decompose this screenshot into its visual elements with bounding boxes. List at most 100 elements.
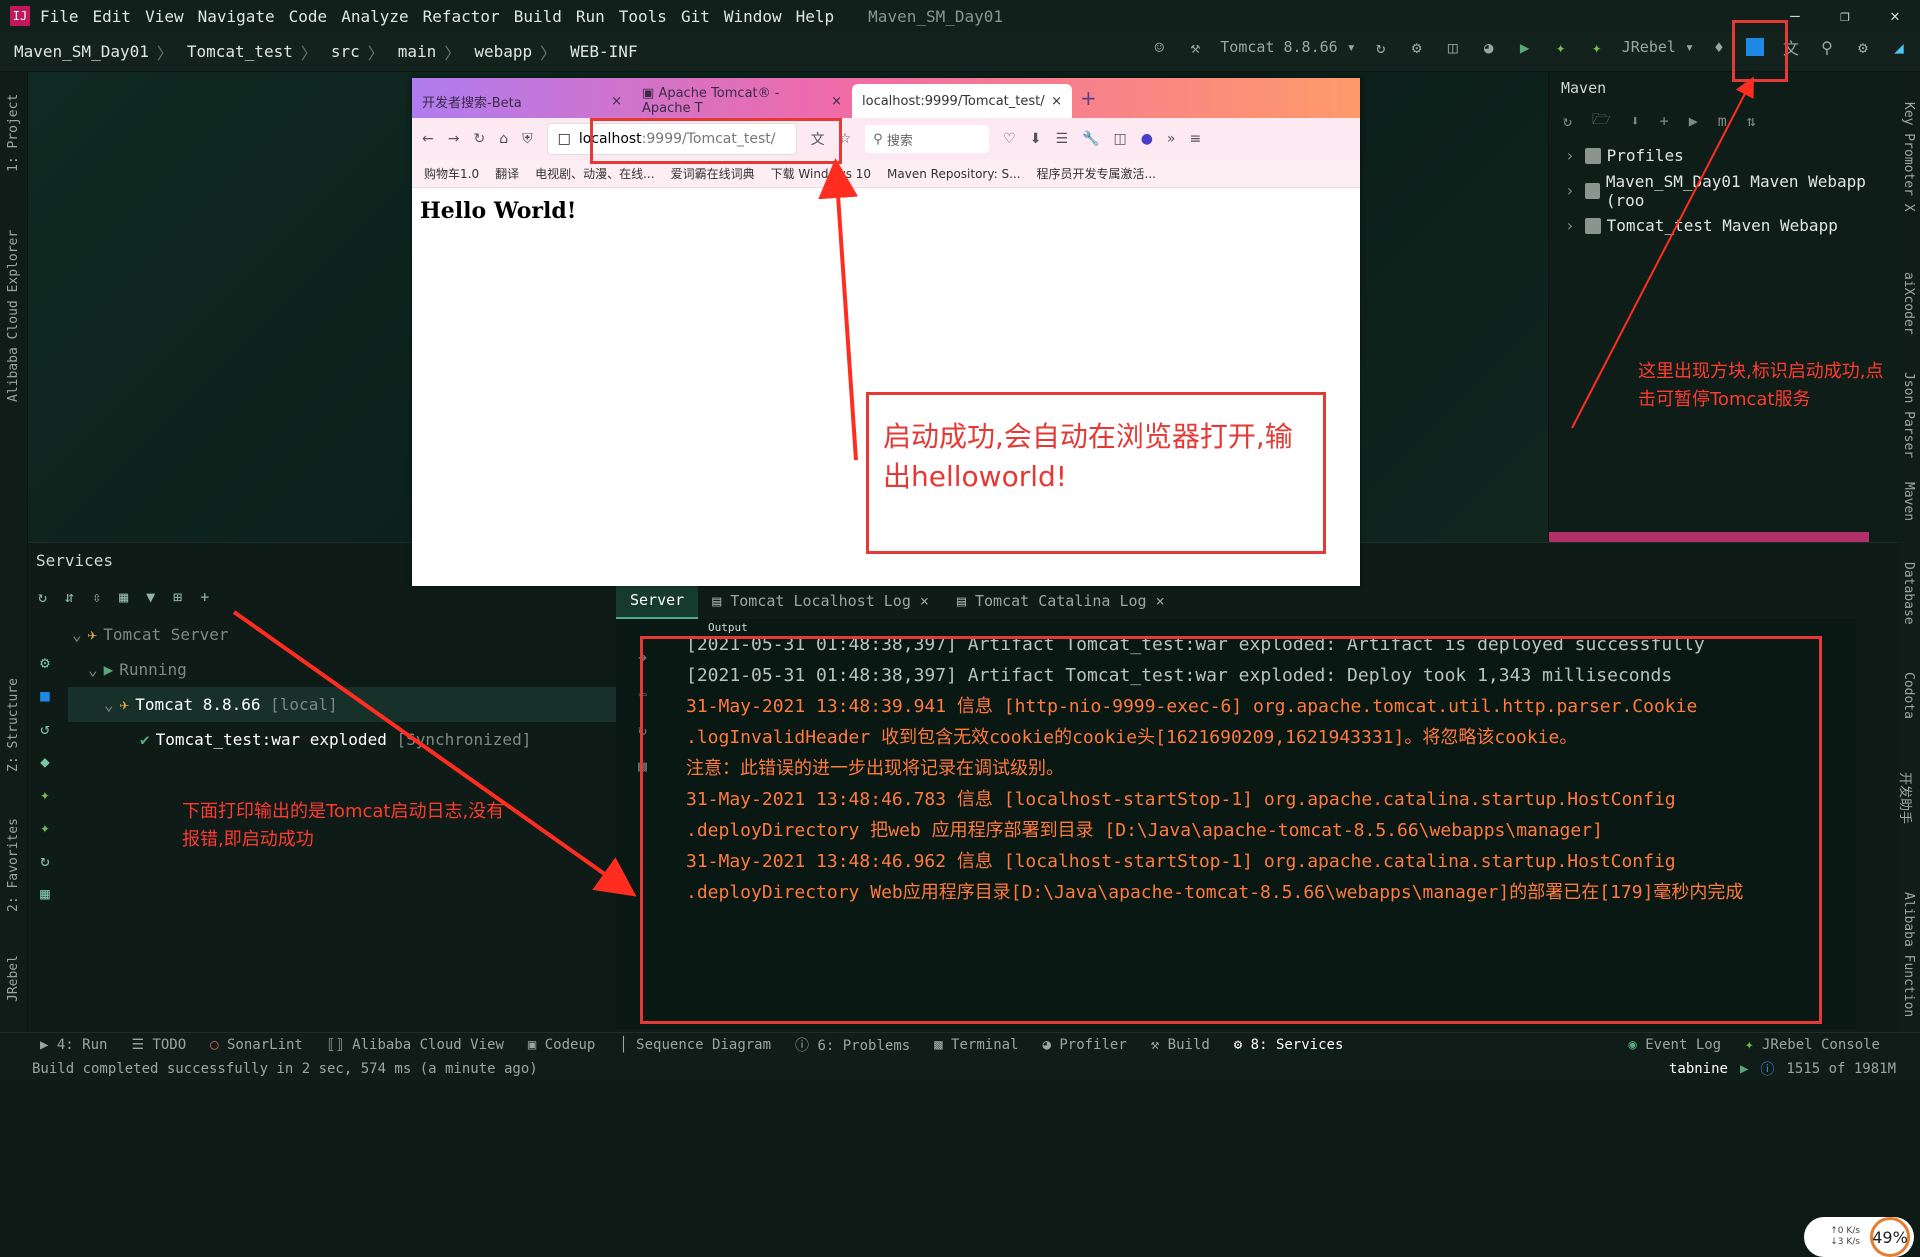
breadcrumb-project[interactable]: Maven_SM_Day01 <box>14 42 149 61</box>
close-icon[interactable]: × <box>920 592 929 610</box>
jrebel-debug-icon[interactable]: ✦ <box>1586 36 1608 58</box>
plugin-icon[interactable]: ◢ <box>1888 36 1910 58</box>
collapse-all-icon[interactable]: ⇳ <box>92 588 101 606</box>
structure-tool-tab[interactable]: Z: Structure <box>6 678 21 772</box>
close-icon[interactable]: × <box>1156 592 1165 610</box>
tool-build[interactable]: ⚒ Build <box>1151 1037 1210 1053</box>
menu-help[interactable]: Help <box>796 7 835 26</box>
browser-tab-search[interactable]: 开发者搜索-Beta × <box>412 84 632 118</box>
new-tab-icon[interactable]: ⊞ <box>173 588 182 606</box>
back-arrow-icon[interactable]: ← <box>422 131 434 147</box>
info-status-icon[interactable]: ⓘ <box>1760 1059 1774 1079</box>
tool-sequence[interactable]: │ Sequence Diagram <box>619 1037 771 1053</box>
tree-node-running[interactable]: ⌄ ▶ Running <box>68 652 648 687</box>
close-window-icon[interactable]: ✕ <box>1870 0 1920 32</box>
project-tool-tab[interactable]: 1: Project <box>6 94 21 172</box>
database-tool-tab[interactable]: Database <box>1901 562 1916 625</box>
layout-icon[interactable]: ▦ <box>40 884 50 903</box>
debug-bug-icon[interactable]: ⚙ <box>1406 36 1428 58</box>
shield-icon[interactable]: ⛨ <box>522 131 533 147</box>
bookmark-item[interactable]: 翻译 <box>495 165 519 182</box>
close-tab-icon[interactable]: × <box>611 94 622 109</box>
menu-navigate[interactable]: Navigate <box>198 7 275 26</box>
json-parser-tool-tab[interactable]: Json Parser <box>1901 372 1916 458</box>
sidebar-icon[interactable]: ◫ <box>1113 131 1126 147</box>
tool-run[interactable]: ▶ 4: Run <box>40 1037 107 1053</box>
tree-node-artifact[interactable]: ✔ Tomcat_test:war exploded [Synchronized] <box>68 722 648 757</box>
browser-tab-apache[interactable]: ▣ Apache Tomcat® - Apache T × <box>632 84 852 118</box>
menu-code[interactable]: Code <box>289 7 328 26</box>
restart-icon[interactable]: ↻ <box>40 851 50 870</box>
plus-icon[interactable]: + <box>1660 112 1669 130</box>
coverage-icon[interactable]: ◫ <box>1442 36 1464 58</box>
aixcoder-tool-tab[interactable]: aiXcoder <box>1901 272 1916 335</box>
menu-tools[interactable]: Tools <box>619 7 667 26</box>
menu-window[interactable]: Window <box>724 7 782 26</box>
memory-indicator[interactable]: 1515 of 1981M <box>1786 1061 1896 1077</box>
codota-tool-tab[interactable]: Codota <box>1901 672 1916 719</box>
tabnine-badge[interactable]: tabnine <box>1669 1061 1728 1077</box>
redeploy-icon[interactable]: ↺ <box>40 719 50 738</box>
rerun-icon[interactable]: ↻ <box>1370 36 1392 58</box>
filter-icon[interactable]: ▼ <box>146 588 155 606</box>
bookmark-item[interactable]: 电视剧、动漫、在线... <box>535 165 654 182</box>
run-icon[interactable]: ▶ <box>1514 36 1536 58</box>
stop-square-icon[interactable]: ■ <box>40 686 50 705</box>
bookmark-item[interactable]: 爱词霸在线词典 <box>671 165 755 182</box>
menu-analyze[interactable]: Analyze <box>341 7 408 26</box>
tool-sonarlint[interactable]: ◯ SonarLint <box>210 1037 303 1053</box>
maven-goal-icon[interactable]: m <box>1718 112 1727 130</box>
cloud-explorer-tool-tab[interactable]: Alibaba Cloud Explorer <box>6 230 21 402</box>
bookmark-item[interactable]: 下载 Windows 10 <box>771 165 871 182</box>
overflow-icon[interactable]: » <box>1167 131 1176 147</box>
bookmark-item[interactable]: 购物车1.0 <box>424 165 479 182</box>
tree-node-tomcat-instance[interactable]: ⌄ ✈ Tomcat 8.8.66 [local] <box>68 687 648 722</box>
breadcrumb-webinf[interactable]: WEB-INF <box>570 42 637 61</box>
maven-row-profiles[interactable]: › Profiles <box>1549 138 1898 173</box>
refresh-icon[interactable]: ↻ <box>38 588 47 606</box>
tool-codeup[interactable]: ▣ Codeup <box>528 1037 595 1053</box>
tool-profiler[interactable]: ◕ Profiler <box>1042 1037 1126 1053</box>
tool-alibaba-cloud[interactable]: ⟦⟧ Alibaba Cloud View <box>327 1037 504 1053</box>
bookmark-item[interactable]: 程序员开发专属激活... <box>1037 165 1156 182</box>
breadcrumb-src[interactable]: src <box>331 42 360 61</box>
menu-build[interactable]: Build <box>514 7 562 26</box>
home-icon[interactable]: ⌂ <box>499 131 508 147</box>
user-icon[interactable]: ☺ <box>1148 36 1170 58</box>
reload-icon[interactable]: ↻ <box>1563 112 1572 130</box>
expand-all-icon[interactable]: ⇵ <box>65 588 74 606</box>
menu-refactor[interactable]: Refactor <box>423 7 500 26</box>
maven-row-project[interactable]: › Maven_SM_Day01 Maven Webapp (roo <box>1549 172 1898 210</box>
tool-jrebel-console[interactable]: ✦ JRebel Console <box>1745 1037 1880 1053</box>
jrebel-tool-tab[interactable]: JRebel <box>6 955 21 1002</box>
account-icon[interactable]: ● <box>1141 131 1153 147</box>
breadcrumb-main[interactable]: main <box>398 42 437 61</box>
profile-icon[interactable]: ◕ <box>1478 36 1500 58</box>
menu-git[interactable]: Git <box>681 7 710 26</box>
tool-event-log[interactable]: ◉ Event Log <box>1628 1037 1721 1053</box>
tree-node-tomcat-server[interactable]: ⌄ ✈ Tomcat Server <box>68 617 648 652</box>
run-config-select[interactable]: Tomcat 8.8.66 ▾ <box>1220 38 1355 56</box>
pocket-icon[interactable]: ♡ <box>1003 131 1016 147</box>
jrebel-debug-side-icon[interactable]: ✦ <box>40 818 50 837</box>
forward-arrow-icon[interactable]: → <box>448 131 460 147</box>
deploy-icon[interactable]: ◆ <box>40 752 50 771</box>
menu-edit[interactable]: Edit <box>93 7 132 26</box>
kaifa-tool-tab[interactable]: 开发助手 <box>1897 772 1916 824</box>
tab-catalina-log[interactable]: ▤ Tomcat Catalina Log × <box>943 583 1179 619</box>
breadcrumb-module[interactable]: Tomcat_test <box>187 42 293 61</box>
toggle-offline-icon[interactable]: ⇅ <box>1747 112 1756 130</box>
jrebel-select[interactable]: JRebel ▾ <box>1622 38 1694 56</box>
hamburger-menu-icon[interactable]: ≡ <box>1189 131 1201 147</box>
jrebel-run-icon[interactable]: ✦ <box>1550 36 1572 58</box>
tab-server[interactable]: Server <box>616 583 699 619</box>
maven-tool-tab[interactable]: Maven <box>1901 482 1916 521</box>
tool-todo[interactable]: ☰ TODO <box>131 1037 186 1053</box>
close-tab-icon[interactable]: × <box>831 94 842 109</box>
attach-icon[interactable]: ♦ <box>1708 36 1730 58</box>
run-maven-icon[interactable]: ▶ <box>1689 112 1698 130</box>
tool-terminal[interactable]: ▩ Terminal <box>934 1037 1018 1053</box>
close-tab-icon[interactable]: × <box>1051 94 1062 109</box>
bookmark-item[interactable]: Maven Repository: S... <box>887 167 1020 181</box>
reload-icon[interactable]: ↻ <box>473 131 485 147</box>
